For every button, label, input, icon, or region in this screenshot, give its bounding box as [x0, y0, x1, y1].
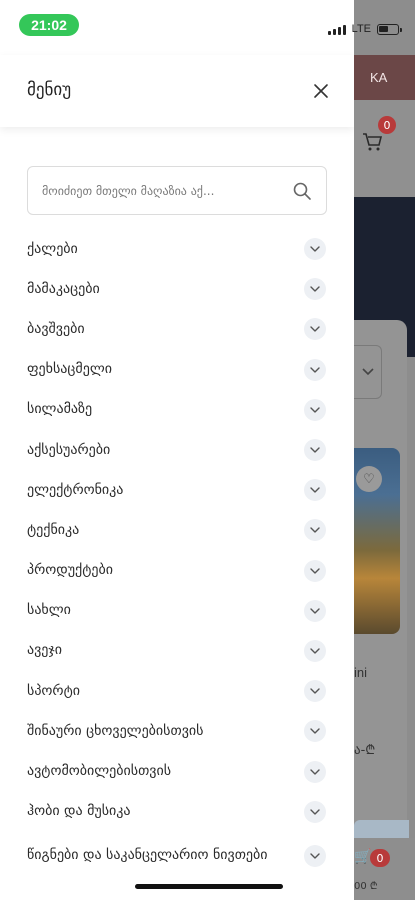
status-bar: 21:02 LTE [0, 0, 415, 50]
cart-icon [362, 132, 384, 157]
chevron-down-icon[interactable] [304, 599, 326, 622]
chevron-down-icon[interactable] [304, 639, 326, 662]
cart-icon: 🛒 [354, 849, 372, 865]
drawer-title: მენიუ [27, 80, 72, 100]
menu-item-label: შინაური ცხოველებისთვის [27, 722, 204, 739]
background-select [354, 345, 382, 399]
menu-item[interactable]: ელექტრონიკა [0, 470, 354, 510]
signal-icon [327, 24, 346, 35]
chevron-down-icon[interactable] [304, 760, 326, 783]
menu-item-label: ბავშვები [27, 320, 85, 337]
chevron-down-icon [361, 368, 374, 376]
heart-icon: ♡ [356, 466, 382, 492]
menu-item[interactable]: ჰობი და მუსიკა [0, 792, 354, 832]
close-icon [314, 84, 328, 98]
menu-item-label: ჰობი და მუსიკა [27, 803, 131, 820]
chevron-down-icon[interactable] [304, 479, 326, 502]
menu-item-label: ავტომობილებისთვის [27, 763, 172, 780]
search-field [27, 166, 327, 215]
category-list: ქალები მამაკაცები ბავშვები ფეხსაცმელი სილამა… [0, 229, 354, 880]
product-price-partial: ა-₾ [354, 743, 376, 758]
menu-item-label: ავეჯი [27, 642, 62, 659]
menu-item[interactable]: სილამაზე [0, 390, 354, 430]
menu-item-label: სპორტი [27, 682, 80, 699]
chevron-down-icon[interactable] [304, 439, 326, 462]
menu-item-label: ქალები [27, 240, 78, 257]
menu-item[interactable]: ტექნიკა [0, 510, 354, 550]
menu-item[interactable]: ქალები [0, 229, 354, 269]
menu-item-label: ელექტრონიკა [27, 481, 124, 498]
home-indicator [135, 884, 283, 889]
bottom-price-partial: 00 ₾ [354, 881, 378, 892]
chevron-down-icon[interactable] [304, 398, 326, 421]
chevron-down-icon[interactable] [304, 519, 326, 542]
chevron-down-icon[interactable] [304, 844, 326, 867]
search-input[interactable] [42, 179, 272, 203]
search-icon[interactable] [292, 181, 312, 201]
chevron-down-icon[interactable] [304, 318, 326, 341]
chevron-down-icon[interactable] [304, 800, 326, 823]
menu-item[interactable]: პროდუქტები [0, 551, 354, 591]
chevron-down-icon[interactable] [304, 358, 326, 381]
menu-item-label: წიგნები და საკანცელარიო ნივთები [27, 847, 268, 864]
menu-item-label: აქსესუარები [27, 441, 111, 458]
battery-icon [377, 23, 402, 35]
menu-item-label: ფეხსაცმელი [27, 361, 112, 378]
product-name-partial: ini [354, 665, 368, 680]
network-type: LTE [351, 23, 371, 35]
status-indicators: LTE [327, 23, 402, 35]
chevron-down-icon[interactable] [304, 278, 326, 301]
menu-item[interactable]: ბავშვები [0, 309, 354, 349]
background-page: KA 0 ♡ ini ა-₾ 🛒 0 00 ₾ [354, 0, 415, 900]
menu-item-label: ტექნიკა [27, 521, 80, 538]
menu-item[interactable]: ფეხსაცმელი [0, 350, 354, 390]
cart-badge-2: 0 [370, 849, 390, 867]
chevron-down-icon[interactable] [304, 680, 326, 703]
status-time: 21:02 [19, 14, 79, 36]
menu-item[interactable]: სპორტი [0, 671, 354, 711]
menu-drawer: მენიუ ქალები მამაკაცები ბავშვები ფეხსაცმელი… [0, 0, 354, 900]
menu-item[interactable]: სახლი [0, 591, 354, 631]
menu-item-label: სილამაზე [27, 401, 93, 418]
menu-item-label: მამაკაცები [27, 280, 100, 297]
chevron-down-icon[interactable] [304, 238, 326, 261]
close-button[interactable] [310, 80, 332, 102]
menu-item[interactable]: ავეჯი [0, 631, 354, 671]
menu-item[interactable]: შინაური ცხოველებისთვის [0, 711, 354, 751]
menu-item[interactable]: წიგნები და საკანცელარიო ნივთები [0, 832, 354, 880]
chevron-down-icon[interactable] [304, 559, 326, 582]
language-switch: KA [370, 70, 388, 85]
menu-item[interactable]: ავტომობილებისთვის [0, 751, 354, 791]
menu-item-label: სახლი [27, 602, 71, 619]
menu-item-label: პროდუქტები [27, 562, 113, 579]
chevron-down-icon[interactable] [304, 720, 326, 743]
cart-badge: 0 [378, 116, 396, 134]
menu-item[interactable]: აქსესუარები [0, 430, 354, 470]
menu-item[interactable]: მამაკაცები [0, 269, 354, 309]
